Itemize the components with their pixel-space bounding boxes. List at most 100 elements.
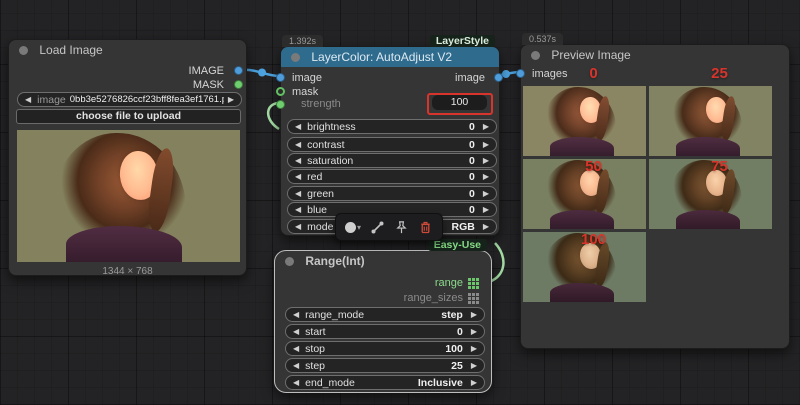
widget-stop[interactable]: ◀stop100▶ (285, 341, 485, 356)
increment-icon[interactable]: ▶ (483, 173, 489, 181)
decrement-icon[interactable]: ◀ (295, 223, 301, 231)
image-file-combo[interactable]: ◀ image 0bb3e5276826ccf23bff8fea3ef1761.… (17, 92, 242, 107)
widget-start[interactable]: ◀start0▶ (285, 324, 485, 339)
collapse-dot[interactable] (291, 53, 300, 62)
node-title-bar[interactable]: Preview Image (521, 45, 789, 66)
preview-cell: 50 (523, 159, 646, 229)
strength-label-annotation: 100 (581, 231, 606, 248)
decrement-icon[interactable]: ◀ (293, 379, 299, 387)
input-label-image: image (292, 72, 322, 84)
increment-icon[interactable]: ▶ (483, 190, 489, 198)
input-label-strength: strength (301, 98, 341, 110)
widget-red[interactable]: ◀red0▶ (287, 169, 497, 184)
decrement-icon[interactable]: ◀ (295, 157, 301, 165)
node-layercolor-autoadjust[interactable]: 1.392s LayerStyle LayerColor: AutoAdjust… (280, 46, 500, 236)
node-title-bar[interactable]: Range(Int) (275, 251, 491, 272)
combo-label: image (37, 94, 66, 106)
input-label-mask: mask (292, 86, 318, 98)
node-graph-canvas[interactable]: Load Image IMAGE MASK ◀ image 0bb3e52768… (0, 0, 800, 405)
node-load-image[interactable]: Load Image IMAGE MASK ◀ image 0bb3e52768… (8, 39, 247, 276)
pin-icon[interactable] (393, 219, 410, 236)
output-port-mask[interactable] (234, 80, 243, 89)
preview-cell: 75 (649, 159, 772, 229)
preview-thumbnail (523, 86, 646, 156)
image-dimensions-caption: 1344 × 768 (9, 266, 246, 277)
increment-icon[interactable]: ▶ (483, 141, 489, 149)
decrement-icon[interactable]: ◀ (293, 328, 299, 336)
decrement-icon[interactable]: ◀ (295, 206, 301, 214)
decrement-icon[interactable]: ◀ (295, 141, 301, 149)
node-title: Load Image (39, 43, 102, 57)
widget-green[interactable]: ◀green0▶ (287, 186, 497, 201)
increment-icon[interactable]: ▶ (483, 206, 489, 214)
chevron-down-icon: ▾ (357, 223, 361, 232)
delete-icon[interactable] (417, 219, 434, 236)
decrement-icon[interactable]: ◀ (293, 311, 299, 319)
strength-label-annotation: 25 (711, 65, 728, 82)
node-title: LayerColor: AutoAdjust V2 (311, 50, 452, 64)
node-title: Range(Int) (305, 254, 364, 268)
increment-icon[interactable]: ▶ (471, 311, 477, 319)
preview-cell: 25 (649, 86, 772, 156)
increment-icon[interactable]: ▶ (483, 123, 489, 131)
strength-annotation-box (427, 93, 493, 115)
collapse-dot[interactable] (285, 257, 294, 266)
increment-icon[interactable]: ▶ (471, 328, 477, 336)
loaded-image-preview (17, 130, 240, 262)
widget-contrast[interactable]: ◀contrast0▶ (287, 137, 497, 152)
preview-thumbnail (649, 86, 772, 156)
node-preview-image[interactable]: 0.537s Preview Image images 0 25 50 75 1… (520, 44, 790, 349)
increment-icon[interactable]: ▶ (471, 362, 477, 370)
output-label-image: image (455, 72, 485, 84)
decrement-icon[interactable]: ◀ (295, 123, 301, 131)
strength-label-annotation: 0 (589, 65, 597, 82)
combo-next-icon[interactable]: ▶ (228, 96, 234, 104)
input-port-strength[interactable] (276, 100, 285, 109)
output-port-image[interactable] (234, 66, 243, 75)
input-port-images[interactable] (516, 69, 525, 78)
increment-icon[interactable]: ▶ (471, 345, 477, 353)
decrement-icon[interactable]: ◀ (295, 190, 301, 198)
input-port-image[interactable] (276, 73, 285, 82)
output-label-mask: MASK (193, 79, 224, 91)
wire-midpoint-dot (258, 69, 266, 77)
strength-label-annotation: 50 (585, 158, 602, 175)
output-label-range-sizes: range_sizes (404, 292, 463, 304)
selection-toolbox[interactable]: ▾ (335, 213, 443, 241)
output-port-image[interactable] (494, 73, 503, 82)
bypass-icon[interactable] (369, 219, 386, 236)
choose-file-button[interactable]: choose file to upload (16, 109, 241, 124)
decrement-icon[interactable]: ◀ (293, 362, 299, 370)
list-output-icon-gray[interactable] (468, 293, 479, 304)
increment-icon[interactable]: ▶ (471, 379, 477, 387)
input-port-mask[interactable] (276, 87, 285, 96)
decrement-icon[interactable]: ◀ (295, 173, 301, 181)
widget-saturation[interactable]: ◀saturation0▶ (287, 153, 497, 168)
node-color-icon[interactable]: ▾ (345, 219, 362, 236)
combo-value: 0bb3e5276826ccf23bff8fea3ef1761.png (70, 94, 224, 105)
collapse-dot[interactable] (19, 46, 28, 55)
increment-icon[interactable]: ▶ (483, 223, 489, 231)
widget-end-mode[interactable]: ◀end_modeInclusive▶ (285, 375, 485, 390)
preview-cell: 100 (523, 232, 646, 302)
strength-label-annotation: 75 (711, 158, 728, 175)
widget-range-mode[interactable]: ◀range_modestep▶ (285, 307, 485, 322)
node-title-bar[interactable]: LayerColor: AutoAdjust V2 (281, 47, 499, 67)
node-range-int[interactable]: Easy-Use Range(Int) range range_sizes ◀r… (274, 250, 492, 393)
widget-step[interactable]: ◀step25▶ (285, 358, 485, 373)
execution-time-badge: 1.392s (282, 35, 323, 47)
list-output-icon-green[interactable] (468, 278, 479, 289)
layerstyle-badge: LayerStyle (430, 35, 495, 47)
preview-cell: 0 (523, 86, 646, 156)
combo-prev-icon[interactable]: ◀ (25, 96, 31, 104)
wire-midpoint-dot (502, 70, 510, 78)
output-label-range: range (435, 277, 463, 289)
decrement-icon[interactable]: ◀ (293, 345, 299, 353)
input-label-images: images (532, 68, 567, 80)
collapse-dot[interactable] (531, 51, 540, 60)
output-label-image: IMAGE (189, 65, 224, 77)
node-title-bar[interactable]: Load Image (9, 40, 246, 61)
increment-icon[interactable]: ▶ (483, 157, 489, 165)
node-title: Preview Image (551, 48, 630, 62)
widget-brightness[interactable]: ◀brightness0▶ (287, 119, 497, 134)
